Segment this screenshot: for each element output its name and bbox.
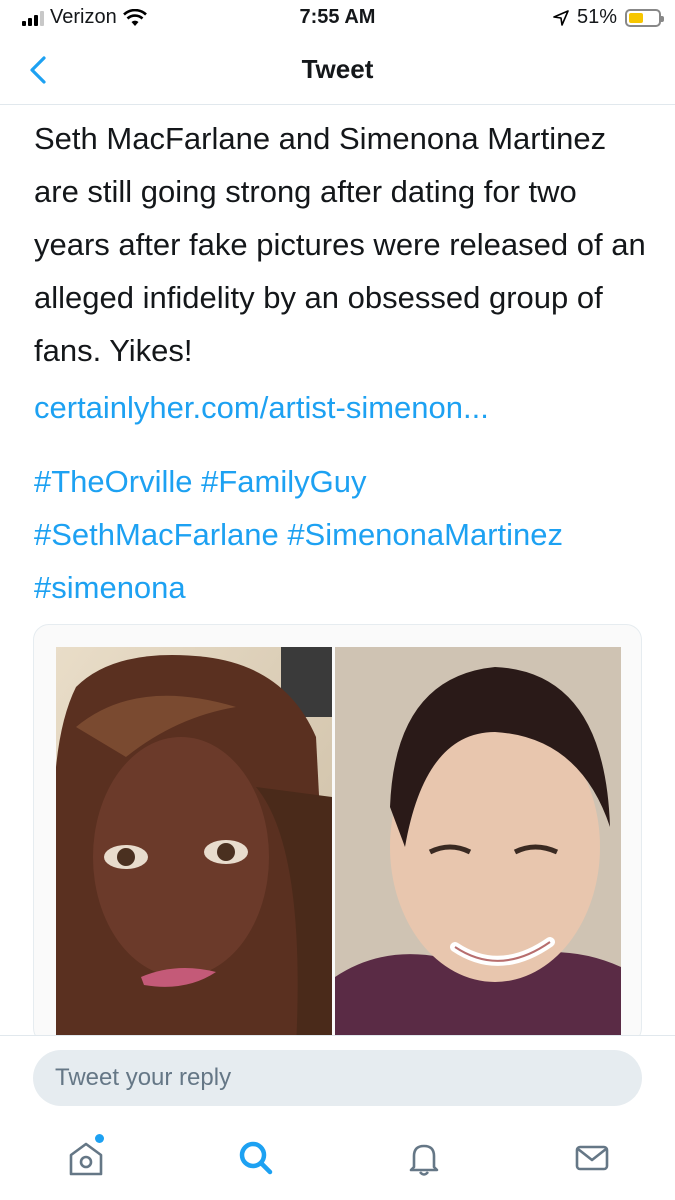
notifications-bell-icon xyxy=(409,1144,439,1176)
tab-bar xyxy=(0,1120,675,1200)
page-title: Tweet xyxy=(301,54,374,84)
nav-bar: Tweet xyxy=(0,36,675,105)
hashtag-list: #TheOrville #FamilyGuy #SethMacFarlane #… xyxy=(34,455,654,614)
status-bar: Verizon 7:55 AM 51% xyxy=(0,0,675,36)
battery-icon xyxy=(625,8,664,27)
status-right: 51% xyxy=(553,6,664,29)
hashtag[interactable]: #TheOrville xyxy=(34,464,193,499)
reply-bar xyxy=(0,1035,675,1121)
notification-dot xyxy=(95,1134,104,1143)
tweet-media-card[interactable] xyxy=(33,624,642,1044)
search-icon xyxy=(239,1141,273,1175)
battery-percent: 51% xyxy=(576,6,617,28)
tab-notifications[interactable] xyxy=(400,1134,448,1182)
hashtag[interactable]: #SethMacFarlane xyxy=(34,517,279,552)
man-portrait-photo[interactable] xyxy=(335,647,621,1043)
tab-home[interactable] xyxy=(62,1134,110,1182)
battery-fill xyxy=(629,12,643,23)
tab-search[interactable] xyxy=(232,1134,280,1182)
hashtag[interactable]: #SimenonaMartinez xyxy=(287,517,563,552)
woman-selfie-photo[interactable] xyxy=(56,647,332,1043)
hashtag[interactable]: #simenona xyxy=(34,570,186,605)
location-arrow-icon xyxy=(553,9,569,26)
tab-messages[interactable] xyxy=(568,1134,616,1182)
tweet-text: Seth MacFarlane and Simenona Martinez ar… xyxy=(34,121,646,368)
hashtag[interactable]: #FamilyGuy xyxy=(201,464,366,499)
messages-envelope-icon xyxy=(575,1145,609,1171)
reply-input[interactable] xyxy=(33,1050,642,1106)
tweet-link[interactable]: certainlyher.com/artist-simenon... xyxy=(34,390,489,426)
